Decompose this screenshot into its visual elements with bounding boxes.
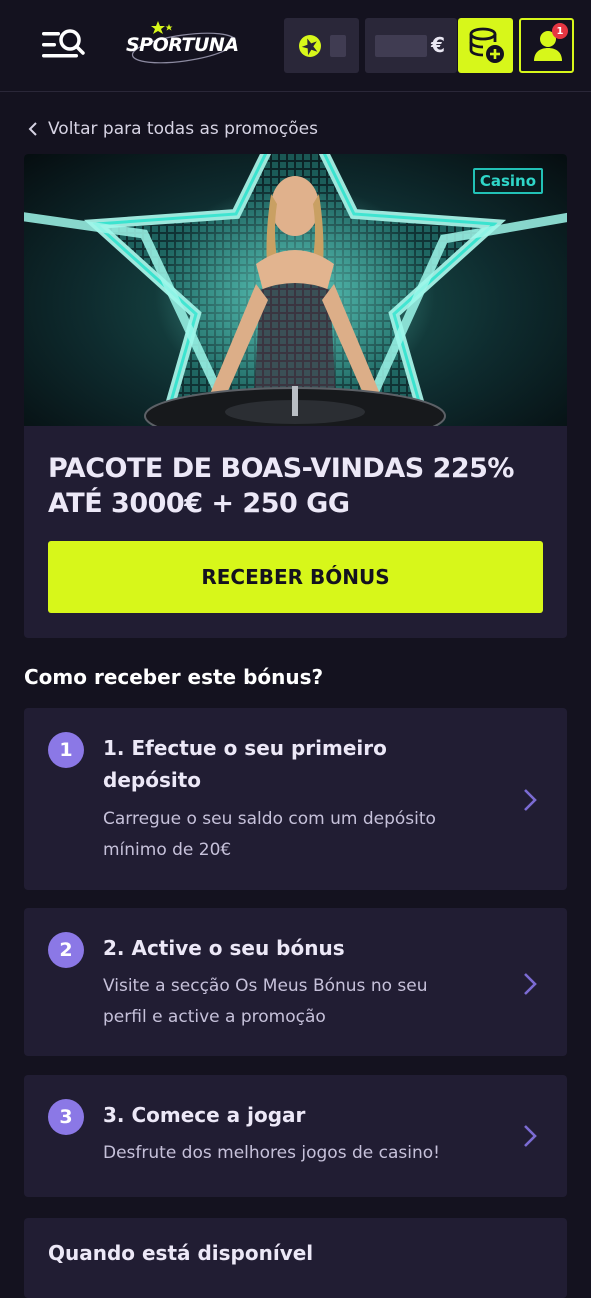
category-tag: Casino [472,168,543,194]
balance-pill[interactable]: € [365,18,457,73]
logo-text: SPORTUNA [126,34,239,56]
notification-badge: 1 [552,23,568,39]
step-title-line1: 3. Comece a jogar [103,1103,306,1127]
chevron-right-icon [524,973,537,995]
step-desc-line2: mínimo de 20€ [103,840,232,860]
step-card-1[interactable]: 1 1. Efectue o seu primeiro depósito Car… [24,708,567,890]
step-card-2[interactable]: 2 2. Active o seu bónus Visite a secção … [24,908,567,1056]
promo-banner-image: Casino [24,154,567,426]
availability-card: Quando está disponível [24,1218,567,1298]
banner-illustration [24,154,567,426]
step-desc-line2: perfil e active a promoção [103,1007,326,1027]
coins-plus-icon [469,27,504,63]
balance-amount-hidden [375,35,427,57]
step-desc-line1: Desfrute dos melhores jogos de casino! [103,1143,440,1163]
promo-title: PACOTE DE BOAS-VINDAS 225% ATÉ 3000€ + 2… [48,451,548,521]
step-desc-line1: Visite a secção Os Meus Bónus no seu [103,976,428,996]
step-desc-line1: Carregue o seu saldo com um depósito [103,809,436,829]
promo-title-line1: PACOTE DE BOAS-VINDAS 225% [48,453,515,484]
step-title-line1: 1. Efectue o seu primeiro [103,736,387,760]
step-number-badge: 2 [48,932,84,968]
bonus-amount-hidden [330,35,346,57]
balance-currency: € [431,33,445,57]
bonus-points-pill[interactable] [284,18,359,73]
claim-bonus-button[interactable]: RECEBER BÓNUS [48,541,543,613]
top-header: SPORTUNA € 1 [0,0,591,92]
step-title: 3. Comece a jogar [103,1099,503,1131]
step-title-line1: 2. Active o seu bónus [103,936,345,960]
step-title: 2. Active o seu bónus [103,932,503,964]
chevron-right-icon [524,1125,537,1147]
step-description: Carregue o seu saldo com um depósito mín… [103,804,513,866]
bonus-coin-icon [299,35,321,57]
step-number-badge: 3 [48,1099,84,1135]
deposit-button[interactable] [458,18,513,73]
back-link-label: Voltar para todas as promoções [48,119,318,139]
step-description: Desfrute dos melhores jogos de casino! [103,1138,513,1169]
step-description: Visite a secção Os Meus Bónus no seu per… [103,971,513,1033]
step-title: 1. Efectue o seu primeiro depósito [103,732,503,796]
step-number-badge: 1 [48,732,84,768]
sportuna-logo[interactable]: SPORTUNA [124,18,242,72]
promo-title-line2: ATÉ 3000€ + 250 GG [48,488,350,519]
chevron-right-icon [524,789,537,811]
promo-card: Casino PACOTE DE BOAS-VINDAS 225% ATÉ 30… [24,154,567,638]
chevron-left-icon [28,122,37,136]
step-title-line2: depósito [103,768,201,792]
step-card-3[interactable]: 3 3. Comece a jogar Desfrute dos melhore… [24,1075,567,1197]
profile-button[interactable]: 1 [519,18,574,73]
availability-heading: Quando está disponível [48,1241,314,1265]
menu-search-icon[interactable] [38,24,88,68]
back-to-promotions-link[interactable]: Voltar para todas as promoções [28,117,318,141]
how-to-heading: Como receber este bónus? [24,665,324,689]
